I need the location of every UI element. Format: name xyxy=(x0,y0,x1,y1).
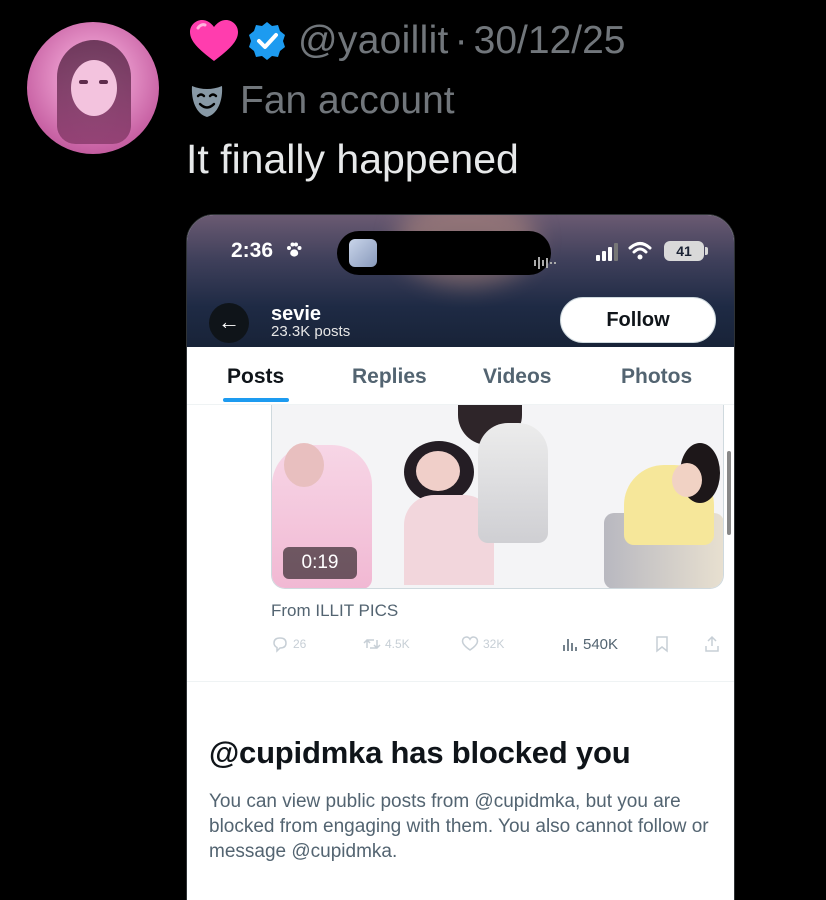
paw-icon xyxy=(287,242,302,257)
views-action[interactable]: 540K xyxy=(561,635,618,653)
cellular-signal-icon xyxy=(596,243,618,261)
reply-action[interactable]: 26 xyxy=(271,635,306,653)
avatar-eye xyxy=(99,80,108,84)
tweet-handle[interactable]: @yaoillit xyxy=(298,19,449,63)
like-icon xyxy=(461,636,479,651)
video-figure xyxy=(416,451,460,491)
battery-indicator: 41 xyxy=(664,241,704,261)
avatar-face xyxy=(71,60,117,116)
tab-photos[interactable]: Photos xyxy=(621,365,692,389)
bookmark-action[interactable] xyxy=(653,635,675,653)
blocked-notice-title: @cupidmka has blocked you xyxy=(209,735,631,770)
video-source-label[interactable]: From ILLIT PICS xyxy=(271,601,398,621)
repost-action[interactable]: 4.5K xyxy=(363,635,410,653)
tab-posts[interactable]: Posts xyxy=(227,365,284,389)
divider xyxy=(187,681,734,682)
profile-tabs: Posts Replies Videos Photos xyxy=(187,347,734,405)
avatar[interactable] xyxy=(27,22,159,154)
performing-arts-mask-icon xyxy=(191,86,223,117)
post-actions: 26 4.5K 32K 540K xyxy=(271,635,727,661)
battery-tip xyxy=(705,247,708,255)
repost-icon xyxy=(363,638,381,650)
video-figure xyxy=(284,443,324,487)
wifi-icon xyxy=(628,242,652,260)
profile-post-count: 23.3K posts xyxy=(271,323,351,340)
share-action[interactable] xyxy=(703,635,725,653)
views-icon xyxy=(563,639,577,651)
reply-icon xyxy=(273,637,287,653)
account-label-row: Fan account xyxy=(188,78,455,124)
reply-count: 26 xyxy=(293,637,307,651)
audio-waveform-icon xyxy=(534,257,556,269)
video-figure xyxy=(478,423,548,543)
separator-dot: · xyxy=(454,19,468,62)
tweet-date[interactable]: 30/12/25 xyxy=(474,19,626,63)
tweet-header: @yaoillit · 30/12/25 xyxy=(188,18,625,64)
video-figure xyxy=(672,463,702,497)
avatar-eye xyxy=(79,80,88,84)
fan-account-label: Fan account xyxy=(240,79,455,122)
heart-emoji-icon xyxy=(190,20,238,61)
verified-badge-icon xyxy=(249,22,285,60)
tweet-text: It finally happened xyxy=(186,136,519,182)
repost-count: 4.5K xyxy=(385,637,410,651)
dynamic-island xyxy=(337,231,556,275)
like-action[interactable]: 32K xyxy=(461,635,504,653)
music-thumbnail-icon xyxy=(349,239,377,267)
back-arrow-icon[interactable]: ← xyxy=(209,303,249,343)
status-time: 2:36 xyxy=(231,239,274,262)
tab-videos[interactable]: Videos xyxy=(483,365,551,389)
attached-screenshot[interactable]: 2:36 41 ← sevie 23.3K posts Follow Posts… xyxy=(186,214,735,900)
view-count: 540K xyxy=(583,635,619,653)
active-tab-indicator xyxy=(223,398,289,402)
like-count: 32K xyxy=(483,637,505,651)
share-icon xyxy=(705,635,719,652)
blocked-notice-body: You can view public posts from @cupidmka… xyxy=(209,791,709,862)
tab-replies[interactable]: Replies xyxy=(352,365,427,389)
scrollbar[interactable] xyxy=(727,451,731,535)
video-duration-badge: 0:19 xyxy=(283,547,357,579)
bookmark-icon xyxy=(656,636,668,653)
follow-button[interactable]: Follow xyxy=(560,297,716,343)
